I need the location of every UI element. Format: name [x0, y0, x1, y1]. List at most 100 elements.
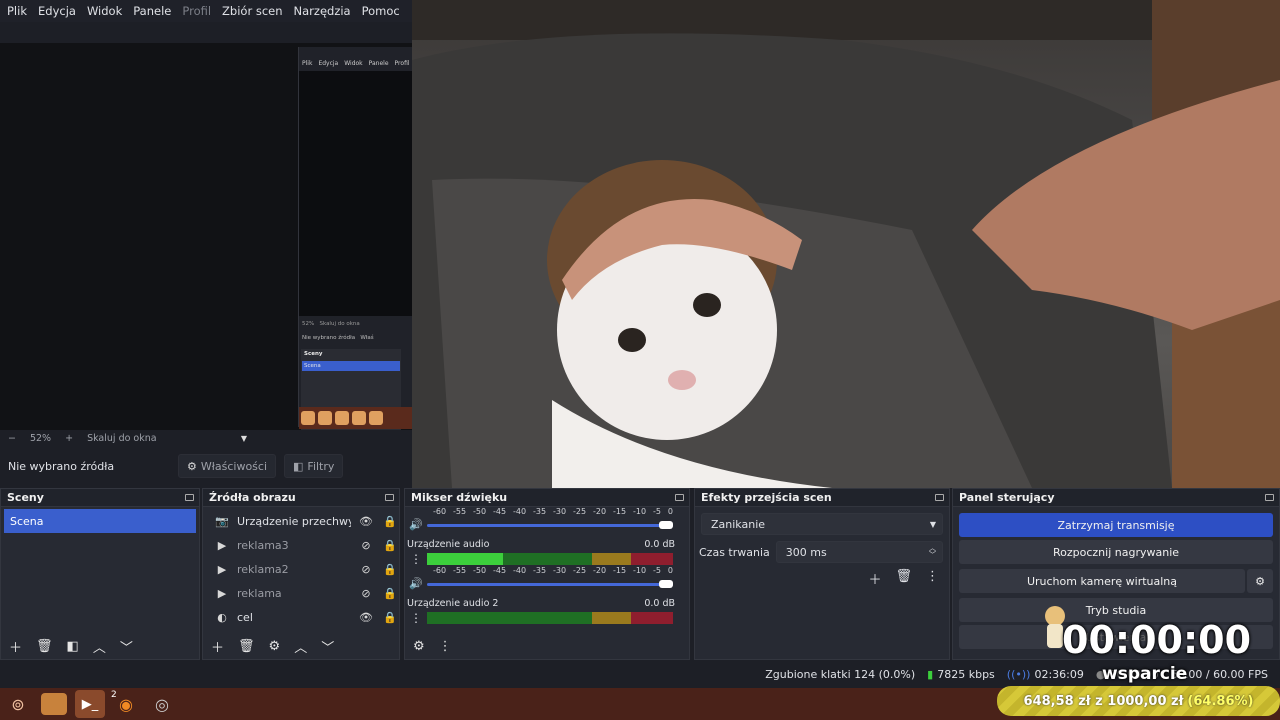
- nested-menu-item: Widok: [344, 60, 363, 67]
- obs-icon[interactable]: ◎: [147, 690, 177, 718]
- meter-yellow-zone: [591, 612, 632, 624]
- chevron-up-icon[interactable]: ︿: [294, 637, 307, 656]
- nested-zoom-value: 52%: [302, 321, 315, 327]
- zoom-mode-select[interactable]: Skaluj do okna ▼: [87, 433, 247, 444]
- volume-knob[interactable]: [659, 579, 673, 588]
- float-icon[interactable]: [1265, 494, 1274, 501]
- float-icon[interactable]: [185, 494, 194, 501]
- channel-label: Urządzenie audio 0.0 dB: [405, 539, 689, 550]
- eye-off-icon[interactable]: ⊘: [357, 563, 375, 576]
- firefox-icon[interactable]: ◉ 2: [111, 690, 141, 718]
- volume-slider[interactable]: [427, 578, 673, 590]
- lock-icon[interactable]: 🔒: [381, 587, 399, 600]
- source-label: reklama3: [237, 538, 289, 552]
- db-tick: -45: [493, 566, 507, 575]
- source-row[interactable]: ▶ reklama2 ⊘ 🔒: [203, 557, 399, 581]
- mixer-dock: Mikser dźwięku -60 -55 -50 -45 -40 -35 -30 -25-…: [404, 488, 690, 660]
- float-icon[interactable]: [935, 494, 944, 501]
- eye-off-icon[interactable]: ⊘: [357, 539, 375, 552]
- kebab-icon[interactable]: ⋮: [926, 569, 939, 588]
- float-icon[interactable]: [385, 494, 394, 501]
- eye-icon[interactable]: 👁: [357, 611, 375, 624]
- trash-icon[interactable]: 🗑: [238, 639, 255, 654]
- kebab-icon[interactable]: ⋮: [405, 611, 427, 625]
- meter-red-zone: [631, 553, 673, 565]
- terminal-icon[interactable]: ▶_: [75, 690, 105, 718]
- gear-icon: ⚙: [1255, 574, 1265, 588]
- zoom-in-button[interactable]: +: [65, 433, 73, 444]
- virtual-camera-settings-button[interactable]: ⚙: [1247, 569, 1273, 593]
- chevron-up-icon[interactable]: ︿: [93, 637, 106, 656]
- scene-item[interactable]: Scena: [4, 509, 196, 533]
- db-tick: -30: [553, 507, 567, 516]
- db-tick: -60: [433, 507, 447, 516]
- channel-db: 0.0 dB: [644, 598, 675, 609]
- menu-bar: Plik Edycja Widok Panele Profil Zbiór sc…: [0, 0, 412, 22]
- nested-no-source-label: Nie wybrano źródła: [302, 335, 356, 341]
- meter-level: [427, 553, 504, 565]
- menu-tools[interactable]: Narzędzia: [294, 4, 351, 18]
- gear-icon[interactable]: ⚙: [269, 639, 281, 654]
- chevron-down-icon[interactable]: ﹀: [321, 637, 334, 656]
- volume-knob[interactable]: [659, 520, 673, 529]
- gears-icon[interactable]: ⚙: [413, 639, 425, 654]
- zoom-mode-label: Skaluj do okna: [87, 432, 157, 444]
- kebab-icon[interactable]: ⋮: [405, 552, 427, 566]
- chevron-down-icon[interactable]: ﹀: [120, 637, 133, 656]
- menu-edit[interactable]: Edycja: [38, 4, 76, 18]
- db-tick: -20: [593, 566, 607, 575]
- trash-icon[interactable]: 🗑: [895, 569, 912, 588]
- menu-file[interactable]: Plik: [7, 4, 27, 18]
- camera-feed: [412, 0, 1280, 489]
- bitrate-indicator: ▮ 7825 kbps: [927, 668, 995, 681]
- source-row[interactable]: 📷 Urządzenie przechwytu 👁 🔒: [203, 509, 399, 533]
- speaker-icon[interactable]: 🔊: [405, 518, 427, 531]
- source-row[interactable]: ◐ cel 👁 🔒: [203, 605, 399, 629]
- menu-view[interactable]: Widok: [87, 4, 122, 18]
- virtual-camera-button[interactable]: Uruchom kamerę wirtualną: [959, 569, 1245, 593]
- eye-icon[interactable]: 👁: [357, 515, 375, 528]
- zoom-value: 52%: [29, 432, 52, 444]
- duration-spinbox[interactable]: 300 ms ︿ ﹀: [775, 541, 943, 563]
- volume-track: [427, 582, 673, 586]
- kebab-icon[interactable]: ⋮: [439, 639, 452, 654]
- overlay-timer: 00:00:00: [1062, 618, 1252, 662]
- signal-bars-icon: ▮: [927, 668, 934, 681]
- eye-off-icon[interactable]: ⊘: [357, 587, 375, 600]
- volume-slider[interactable]: [427, 519, 673, 531]
- filter-icon[interactable]: ◧: [67, 639, 79, 654]
- menu-launcher-icon[interactable]: ⊚: [3, 690, 33, 718]
- filters-button[interactable]: ◧ Filtry: [284, 454, 344, 478]
- lock-icon[interactable]: 🔒: [381, 611, 399, 624]
- db-tick: -55: [453, 507, 467, 516]
- source-row[interactable]: ▶ reklama ⊘ 🔒: [203, 581, 399, 605]
- spin-arrows-icon[interactable]: ︿ ﹀: [929, 545, 936, 559]
- add-icon[interactable]: ＋: [868, 569, 881, 588]
- float-icon[interactable]: [675, 494, 684, 501]
- db-tick: -35: [533, 566, 547, 575]
- source-row[interactable]: ▶ reklama3 ⊘ 🔒: [203, 533, 399, 557]
- menu-docks[interactable]: Panele: [133, 4, 171, 18]
- audio-meter: [427, 612, 673, 624]
- filter-icon: ◧: [293, 459, 304, 473]
- add-icon[interactable]: ＋: [9, 637, 22, 656]
- start-recording-button[interactable]: Rozpocznij nagrywanie: [959, 540, 1273, 564]
- nested-scene-item: Scena: [302, 361, 400, 371]
- db-tick: -35: [533, 507, 547, 516]
- lock-icon[interactable]: 🔒: [381, 515, 399, 528]
- properties-label: Właściwości: [200, 459, 268, 473]
- menu-help[interactable]: Pomoc: [362, 4, 400, 18]
- db-tick: 0: [667, 566, 673, 575]
- lock-icon[interactable]: 🔒: [381, 539, 399, 552]
- properties-button[interactable]: ⚙ Właściwości: [178, 454, 277, 478]
- db-tick: -20: [593, 507, 607, 516]
- add-icon[interactable]: ＋: [211, 637, 224, 656]
- menu-scene-collection[interactable]: Zbiór scen: [222, 4, 282, 18]
- speaker-icon[interactable]: 🔊: [405, 577, 427, 590]
- zoom-out-button[interactable]: −: [8, 433, 16, 444]
- transition-select[interactable]: Zanikanie ▼: [701, 513, 943, 535]
- lock-icon[interactable]: 🔒: [381, 563, 399, 576]
- trash-icon[interactable]: 🗑: [36, 639, 53, 654]
- folder-icon[interactable]: [41, 693, 67, 715]
- stop-stream-button[interactable]: Zatrzymaj transmisję: [959, 513, 1273, 537]
